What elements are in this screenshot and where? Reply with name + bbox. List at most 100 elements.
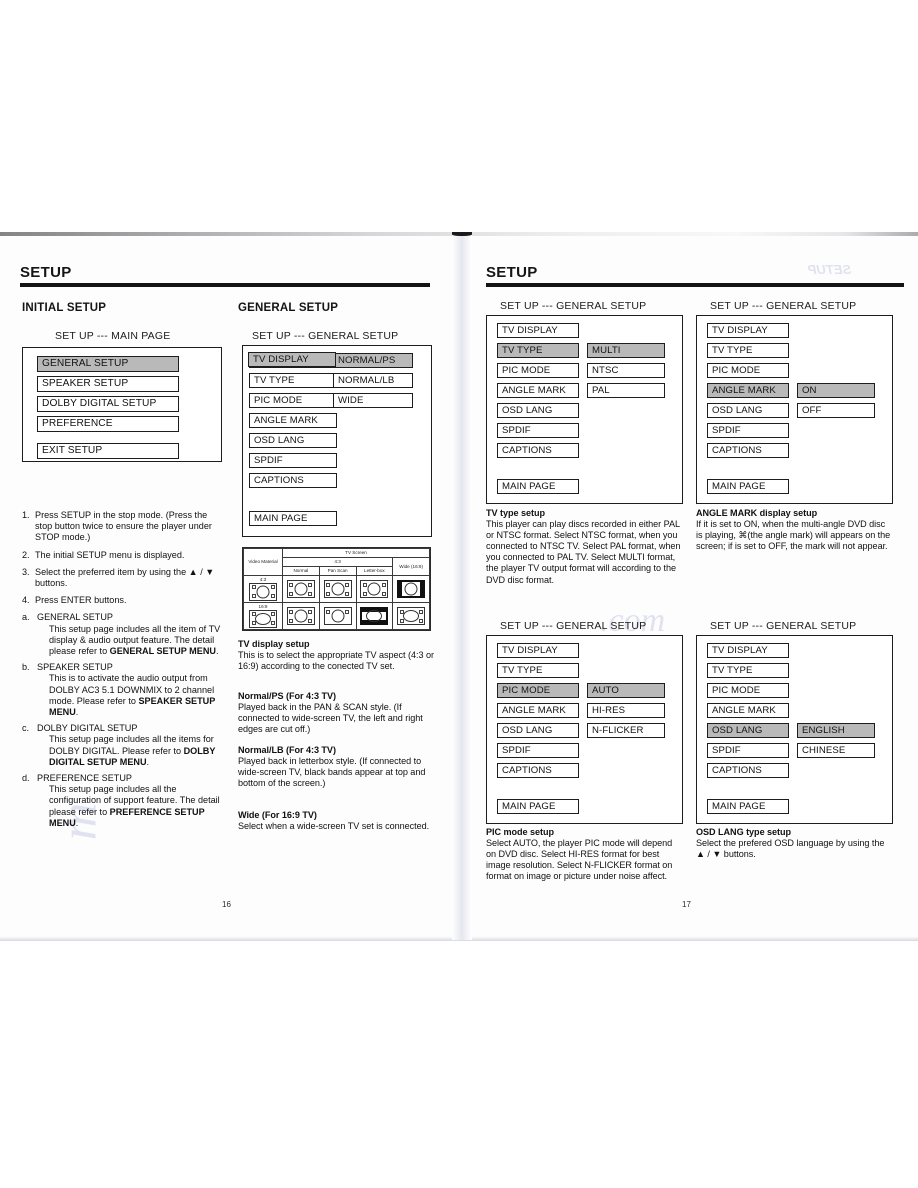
table-row: 16:9	[243, 602, 430, 630]
osd-item-tv-display-highlight[interactable]: TV DISPLAY	[248, 352, 336, 367]
osd-panel-tv-type: TV DISPLAY TV TYPE PIC MODE ANGLE MARK O…	[486, 315, 683, 504]
osd-item-main-page[interactable]: MAIN PAGE	[497, 799, 579, 814]
table-cell	[282, 575, 320, 603]
osd-item-osd-lang[interactable]: OSD LANG	[707, 723, 789, 738]
osd-main-page: GENERAL SETUP SPEAKER SETUP DOLBY DIGITA…	[22, 347, 222, 462]
osd-item-exit-setup[interactable]: EXIT SETUP	[37, 443, 179, 459]
desc-tv-display-setup: TV display setup This is to select the a…	[238, 639, 434, 672]
osd-item-captions[interactable]: CAPTIONS	[497, 443, 579, 458]
osd-item-osd-lang[interactable]: OSD LANG	[497, 403, 579, 418]
manual-page-right: SETUP SET UP --- GENERAL SETUP TV DISPLA…	[472, 232, 918, 940]
section-title-initial-setup: INITIAL SETUP	[22, 302, 107, 314]
osd-item-osd-lang[interactable]: OSD LANG	[497, 723, 579, 738]
osd-item-tv-display[interactable]: TV DISPLAY	[497, 643, 579, 658]
osd-item-dolby-digital-setup[interactable]: DOLBY DIGITAL SETUP	[37, 396, 179, 412]
osd-option-normal-ps[interactable]: NORMAL/PS	[333, 353, 413, 368]
table-cell	[392, 602, 430, 630]
osd-panel-pic-mode: TV DISPLAY TV TYPE PIC MODE ANGLE MARK O…	[486, 635, 683, 824]
osd-option-on[interactable]: ON	[797, 383, 875, 398]
osd-option-auto[interactable]: AUTO	[587, 683, 665, 698]
osd-general-setup: TV DISPLAY TV TYPE PIC MODE ANGLE MARK O…	[242, 345, 432, 537]
osd-option-ntsc[interactable]: NTSC	[587, 363, 665, 378]
aspect-ratio-table: Video Material TV Screen 4:3 Wide (16:9)…	[242, 547, 431, 631]
tv-thumb-normal	[286, 580, 315, 598]
osd-item-captions[interactable]: CAPTIONS	[707, 763, 789, 778]
osd-option-off[interactable]: OFF	[797, 403, 875, 418]
list-item: b. SPEAKER SETUP This is to activate the…	[22, 662, 222, 718]
osd-item-speaker-setup[interactable]: SPEAKER SETUP	[37, 376, 179, 392]
table-cell	[392, 575, 430, 603]
tv-thumb-source-16-9	[249, 609, 277, 628]
osd-item-angle-mark[interactable]: ANGLE MARK	[707, 703, 789, 718]
tv-thumb-pan-scan	[323, 580, 352, 598]
osd-item-main-page[interactable]: MAIN PAGE	[707, 479, 789, 494]
table-header-pan-scan: Pan Scan	[318, 566, 357, 576]
osd-item-osd-lang[interactable]: OSD LANG	[707, 403, 789, 418]
osd-item-tv-display[interactable]: TV DISPLAY	[707, 643, 789, 658]
list-item-body: This setup page includes all the item of…	[49, 623, 221, 657]
osd-item-tv-type[interactable]: TV TYPE	[497, 343, 579, 358]
osd-option-pal[interactable]: PAL	[587, 383, 665, 398]
osd-item-angle-mark[interactable]: ANGLE MARK	[497, 383, 579, 398]
osd-item-tv-type[interactable]: TV TYPE	[707, 663, 789, 678]
page-header-setup: SETUP	[486, 264, 538, 281]
tv-thumb-wide	[397, 580, 426, 598]
osd-item-pic-mode[interactable]: PIC MODE	[497, 363, 579, 378]
list-item: 1. Press SETUP in the stop mode. (Press t…	[22, 510, 212, 543]
table-row-label-16-9: 16:9	[243, 602, 283, 630]
osd-option-wide[interactable]: WIDE	[333, 393, 413, 408]
section-title-general-setup: GENERAL SETUP	[238, 302, 339, 314]
menu-caption-osd-lang: SET UP --- GENERAL SETUP	[710, 620, 857, 632]
aspect-table: Video Material TV Screen 4:3 Wide (16:9)…	[243, 548, 430, 630]
osd-option-hi-res[interactable]: HI-RES	[587, 703, 665, 718]
osd-item-angle-mark[interactable]: ANGLE MARK	[707, 383, 789, 398]
page-number-right: 17	[682, 900, 691, 909]
list-item: 4. Press ENTER buttons.	[22, 595, 127, 606]
osd-item-tv-type[interactable]: TV TYPE	[707, 343, 789, 358]
table-header-4-3: 4:3	[281, 557, 394, 567]
menu-caption-tv-type: SET UP --- GENERAL SETUP	[500, 300, 647, 312]
osd-item-main-page[interactable]: MAIN PAGE	[249, 511, 337, 526]
osd-item-captions[interactable]: CAPTIONS	[497, 763, 579, 778]
osd-option-normal-lb[interactable]: NORMAL/LB	[333, 373, 413, 388]
osd-item-tv-display[interactable]: TV DISPLAY	[497, 323, 579, 338]
osd-item-angle-mark[interactable]: ANGLE MARK	[249, 413, 337, 428]
osd-item-captions[interactable]: CAPTIONS	[249, 473, 337, 488]
osd-item-general-setup[interactable]: GENERAL SETUP	[37, 356, 179, 372]
osd-item-spdif[interactable]: SPDIF	[497, 423, 579, 438]
osd-option-multi[interactable]: MULTI	[587, 343, 665, 358]
osd-item-osd-lang[interactable]: OSD LANG	[249, 433, 337, 448]
osd-option-n-flicker[interactable]: N-FLICKER	[587, 723, 665, 738]
osd-item-captions[interactable]: CAPTIONS	[707, 443, 789, 458]
osd-item-spdif[interactable]: SPDIF	[497, 743, 579, 758]
table-header-letter-box: Letter-box	[355, 566, 394, 576]
book-gutter-top	[452, 232, 472, 236]
osd-item-pic-mode[interactable]: PIC MODE	[707, 363, 789, 378]
osd-item-spdif[interactable]: SPDIF	[707, 423, 789, 438]
osd-item-tv-type[interactable]: TV TYPE	[249, 373, 337, 388]
osd-item-angle-mark[interactable]: ANGLE MARK	[497, 703, 579, 718]
osd-item-pic-mode[interactable]: PIC MODE	[497, 683, 579, 698]
table-cell	[318, 602, 357, 630]
tv-thumb-letter-box-16-9	[360, 607, 389, 625]
osd-item-preference[interactable]: PREFERENCE	[37, 416, 179, 432]
osd-item-pic-mode[interactable]: PIC MODE	[249, 393, 337, 408]
scanned-spread: e .com m .com SETUP ) SETUP INITIAL SETU…	[0, 232, 918, 941]
tv-thumb-source-4-3	[249, 582, 277, 601]
list-item: d. PREFERENCE SETUP This setup page incl…	[22, 773, 222, 829]
table-header-normal: Normal	[282, 566, 320, 576]
osd-item-tv-display[interactable]: TV DISPLAY	[707, 323, 789, 338]
osd-item-main-page[interactable]: MAIN PAGE	[707, 799, 789, 814]
table-cell	[318, 575, 357, 603]
osd-item-tv-type[interactable]: TV TYPE	[497, 663, 579, 678]
list-item: a. GENERAL SETUP This setup page include…	[22, 612, 221, 657]
osd-item-main-page[interactable]: MAIN PAGE	[497, 479, 579, 494]
osd-item-pic-mode[interactable]: PIC MODE	[707, 683, 789, 698]
table-cell	[282, 602, 320, 630]
osd-option-english[interactable]: ENGLISH	[797, 723, 875, 738]
list-item: 3. Select the preferred item by using the…	[22, 566, 215, 589]
osd-item-spdif[interactable]: SPDIF	[707, 743, 789, 758]
osd-item-spdif[interactable]: SPDIF	[249, 453, 337, 468]
osd-option-chinese[interactable]: CHINESE	[797, 743, 875, 758]
book-gutter	[452, 232, 472, 940]
